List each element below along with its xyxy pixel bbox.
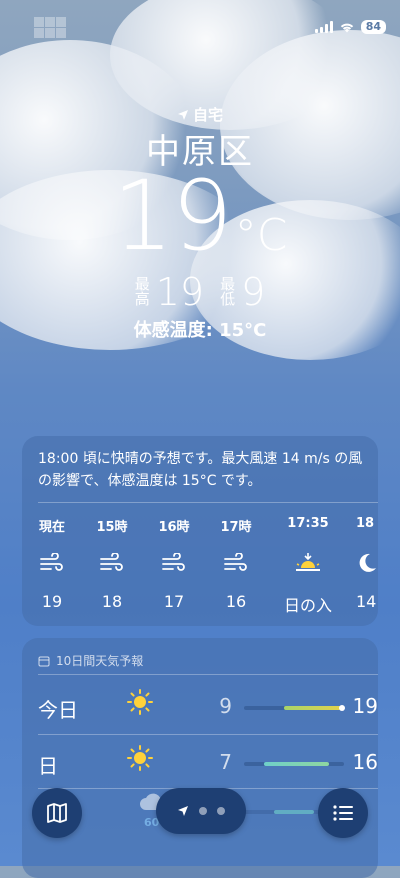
moon-icon	[356, 550, 378, 576]
current-temp-value: 19	[112, 160, 233, 272]
hour-temp: 16	[225, 592, 247, 611]
sunset-icon	[276, 550, 340, 576]
hour-temp: 14	[356, 592, 377, 611]
cellular-signal-icon	[314, 21, 333, 33]
temp-range-fill	[264, 762, 329, 766]
low-value: 9	[241, 270, 266, 314]
temp-unit: °C	[234, 210, 288, 261]
map-icon	[47, 803, 67, 823]
low-temp: 最低 9	[220, 270, 265, 314]
calendar-icon	[38, 656, 50, 666]
divider	[38, 734, 378, 735]
hour-item: 17時 16	[206, 516, 266, 611]
hour-item: 現在 19	[22, 516, 82, 611]
high-label: 最高	[134, 275, 150, 308]
day-row[interactable]: 日 7 16	[38, 742, 378, 782]
list-button[interactable]	[318, 788, 368, 838]
day-name: 今日	[38, 698, 78, 722]
wifi-icon	[340, 23, 353, 33]
day-row[interactable]: 今日 9 19	[38, 686, 378, 726]
hour-time: 18	[356, 516, 375, 531]
status-bar-time-blurred	[34, 17, 66, 39]
location-arrow-icon	[177, 109, 188, 120]
low-label: 最低	[220, 275, 236, 308]
hour-item-partial: 18 14	[356, 516, 378, 611]
location-arrow-icon	[178, 806, 188, 816]
day-low: 7	[219, 750, 232, 774]
temp-range-bar	[244, 762, 344, 766]
hour-item: 15時 18	[82, 516, 142, 611]
day-name: 日	[38, 754, 58, 778]
hour-time: 現在	[38, 520, 65, 535]
battery-indicator: 84	[360, 20, 386, 34]
sun-icon	[126, 744, 154, 776]
list-icon	[333, 805, 353, 821]
location-label: 自宅	[0, 104, 400, 125]
high-temp: 最高 19	[135, 270, 204, 314]
day-high: 19	[352, 694, 378, 718]
temp-range-fill	[274, 810, 314, 814]
ten-day-title: 10日間天気予報	[38, 652, 143, 669]
hour-temp: 17	[163, 592, 185, 611]
high-value: 19	[155, 270, 205, 314]
divider	[38, 674, 378, 675]
ten-day-title-text: 10日間天気予報	[56, 654, 144, 668]
ten-day-forecast-card[interactable]: 10日間天気予報 今日 9 19 日 7 16 60%	[22, 638, 378, 878]
temp-range-bar	[244, 705, 345, 711]
wind-icon	[144, 550, 204, 576]
hour-item-sunset: 17:35 日の入	[276, 516, 340, 616]
sun-icon	[126, 688, 154, 720]
status-bar: 84	[314, 20, 386, 34]
hour-time: 17時	[220, 520, 252, 535]
day-low: 9	[219, 694, 232, 718]
hour-temp: 18	[101, 592, 123, 611]
temp-range-fill	[284, 706, 344, 710]
location-label-text: 自宅	[192, 106, 223, 124]
day-high: 16	[352, 750, 378, 774]
map-button[interactable]	[32, 788, 82, 838]
hour-item: 16時 17	[144, 516, 204, 611]
hourly-forecast-card[interactable]: 18:00 頃に快晴の予想です。最大風速 14 m/s の風の影響で、体感温度は…	[22, 436, 378, 626]
hour-time: 15時	[96, 520, 128, 535]
forecast-summary: 18:00 頃に快晴の予想です。最大風速 14 m/s の風の影響で、体感温度は…	[38, 451, 363, 489]
wind-icon	[206, 550, 266, 576]
wind-icon	[22, 550, 82, 576]
page-dot[interactable]	[199, 807, 207, 815]
current-temperature: 19 °C	[0, 168, 400, 264]
divider	[38, 502, 378, 503]
feels-like: 体感温度: 15°C	[133, 320, 267, 341]
page-dot[interactable]	[217, 807, 225, 815]
hour-temp: 19	[41, 592, 63, 611]
location-pager[interactable]	[156, 788, 246, 834]
hour-label: 日の入	[283, 596, 332, 615]
wind-icon	[82, 550, 142, 576]
high-low: 最高 19 最低 9	[0, 270, 400, 314]
hour-time: 17:35	[287, 516, 329, 531]
hour-time: 16時	[158, 520, 190, 535]
